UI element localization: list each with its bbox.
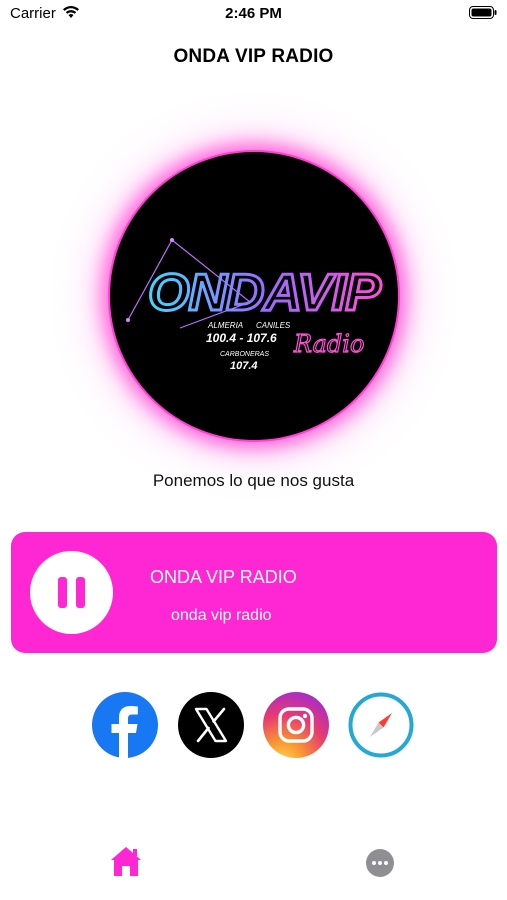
status-time: 2:46 PM	[225, 5, 282, 22]
player-card[interactable]: ONDA VIP RADIO onda vip radio	[11, 532, 497, 653]
instagram-icon	[278, 707, 314, 743]
battery-icon	[469, 6, 497, 19]
logo-line-3: 100.4 - 107.6	[206, 331, 277, 345]
logo-line-5: 107.4	[230, 360, 258, 372]
home-icon[interactable]	[108, 843, 144, 879]
logo-script: Radio	[293, 330, 364, 358]
x-icon	[194, 707, 228, 743]
now-playing-subtitle: onda vip radio	[171, 607, 272, 624]
now-playing-title: ONDA VIP RADIO	[150, 567, 297, 587]
logo-line-2: CANILES	[256, 321, 291, 330]
pause-button[interactable]	[30, 551, 113, 634]
pause-icon	[58, 577, 67, 608]
status-bar: Carrier 2:46 PM	[0, 0, 507, 28]
station-tagline: Ponemos lo que nos gusta	[152, 471, 355, 490]
x-button[interactable]	[178, 692, 244, 758]
logo-line-1: ALMERIA	[207, 321, 243, 330]
website-button[interactable]	[348, 692, 414, 758]
logo-line-4: CARBONERAS	[220, 351, 269, 358]
page-title: ONDA VIP RADIO	[173, 46, 334, 67]
station-logo: ONDAVIP Radio ALMERIA CANILES 100.4 - 10…	[110, 152, 398, 440]
safari-compass-icon	[348, 692, 414, 758]
facebook-icon	[111, 706, 138, 758]
instagram-button[interactable]	[263, 692, 329, 758]
facebook-button[interactable]	[92, 692, 158, 758]
pause-icon-bar	[76, 577, 85, 608]
logo-wordmark: ONDAVIP	[148, 264, 381, 322]
onda-vip-radio-logo: ONDAVIP Radio ALMERIA CANILES 100.4 - 10…	[112, 154, 396, 438]
more-icon[interactable]	[366, 849, 394, 877]
